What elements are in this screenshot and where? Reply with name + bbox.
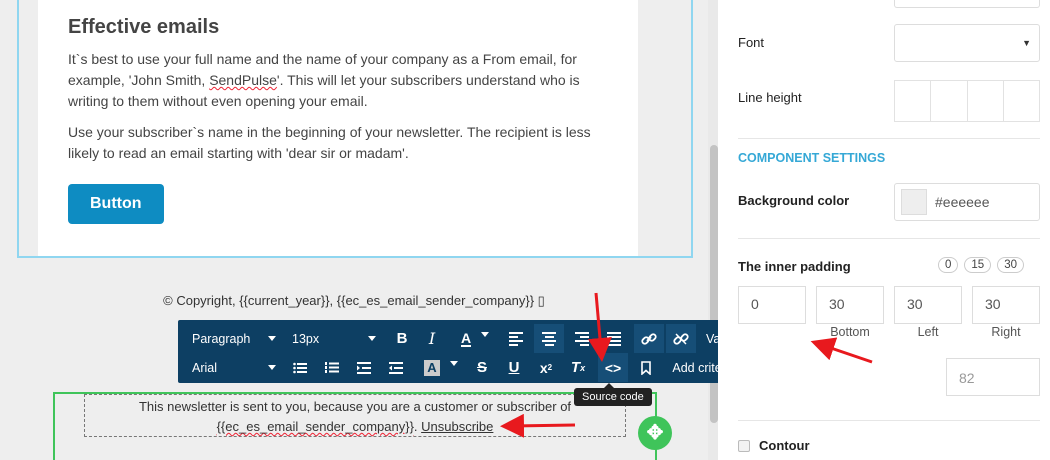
clear-format-icon[interactable]: Tx — [564, 353, 592, 382]
background-color-field[interactable]: #eeeeee — [894, 183, 1040, 221]
padding-right-input[interactable]: 30 — [972, 286, 1040, 324]
indent-icon[interactable] — [350, 353, 378, 382]
chevron-down-icon — [368, 336, 376, 341]
highlight-color-icon[interactable]: A — [418, 353, 464, 382]
align-left-icon[interactable] — [502, 324, 530, 353]
divider — [738, 138, 1040, 139]
width-input[interactable]: 82 — [946, 358, 1040, 396]
footer-line-2: {{ec_es_email_sender_company}}. Unsubscr… — [216, 419, 494, 434]
bookmark-icon[interactable] — [632, 353, 660, 382]
line-height-3-icon[interactable] — [968, 81, 1004, 121]
padding-left-input[interactable]: 30 — [894, 286, 962, 324]
line-height-4-icon[interactable] — [1004, 81, 1039, 121]
unsubscribe-link[interactable]: Unsubscribe — [421, 419, 493, 434]
unlink-icon[interactable] — [666, 324, 696, 353]
outdent-icon[interactable] — [382, 353, 410, 382]
padding-bottom-label: Bottom — [830, 325, 870, 339]
chevron-down-icon — [268, 336, 276, 341]
background-color-value: #eeeeee — [935, 194, 990, 210]
email-heading: Effective emails — [68, 16, 220, 38]
email-card[interactable]: Effective emails It`s best to use your f… — [38, 0, 638, 256]
padding-presets: 0 15 30 — [938, 257, 1024, 273]
component-settings-heading: COMPONENT SETTINGS — [738, 151, 886, 165]
footer-text-editor[interactable]: This newsletter is sent to you, because … — [84, 394, 626, 437]
footer-line-1: This newsletter is sent to you, because … — [138, 399, 572, 414]
text-color-icon[interactable]: A — [452, 324, 498, 353]
italic-icon[interactable]: I — [418, 324, 446, 353]
font-size-dropdown[interactable]: 13px — [282, 324, 382, 353]
font-select[interactable]: ▼ — [894, 24, 1040, 62]
font-family-dropdown[interactable]: Arial — [182, 353, 282, 382]
chevron-down-icon: ▼ — [1022, 38, 1031, 48]
link-icon[interactable] — [634, 324, 664, 353]
source-code-icon[interactable]: <> — [598, 353, 628, 382]
align-center-icon[interactable] — [534, 324, 564, 353]
line-height-label: Line height — [738, 90, 802, 105]
line-height-1-icon[interactable] — [895, 81, 932, 121]
padding-left-label: Left — [917, 325, 939, 339]
source-code-tooltip: Source code — [574, 383, 652, 406]
font-label: Font — [738, 35, 765, 50]
divider — [738, 420, 1040, 421]
padding-preset-0[interactable]: 0 — [938, 257, 959, 273]
padding-right-label: Right — [991, 325, 1021, 339]
chevron-down-icon — [268, 365, 276, 370]
padding-top-input[interactable]: 0 — [738, 286, 806, 324]
padding-preset-15[interactable]: 15 — [964, 257, 992, 273]
numbered-list-icon[interactable] — [318, 353, 346, 382]
copyright-text: © Copyright, {{current_year}}, {{ec_es_e… — [163, 293, 545, 308]
company-variable: {{ec_es_email_sender_company}} — [216, 419, 414, 434]
background-color-label: Background color — [738, 193, 850, 208]
padding-preset-30[interactable]: 30 — [997, 257, 1024, 273]
line-height-options — [894, 80, 1040, 122]
contour-label: Contour — [759, 438, 810, 453]
bullet-list-icon[interactable] — [286, 353, 314, 382]
align-justify-icon[interactable] — [600, 324, 628, 353]
bold-icon[interactable]: B — [388, 324, 416, 353]
superscript-icon[interactable]: x2 — [532, 353, 560, 382]
align-right-icon[interactable] — [568, 324, 596, 353]
inner-padding-label: The inner padding — [738, 259, 851, 274]
email-paragraph-1: It`s best to use your full name and the … — [68, 51, 580, 109]
email-button[interactable]: Button — [68, 184, 164, 224]
move-handle-icon[interactable]: ✥ — [638, 416, 672, 450]
settings-panel: Font ▼ Line height COMPONENT SETTINGS Ba… — [718, 0, 1050, 460]
underline-icon[interactable]: U — [500, 353, 528, 382]
divider — [738, 238, 1040, 239]
contour-checkbox[interactable] — [738, 440, 750, 452]
email-paragraph-2: Use your subscriber`s name in the beginn… — [68, 124, 591, 161]
paragraph-dropdown[interactable]: Paragraph — [182, 324, 282, 353]
line-height-2-icon[interactable] — [931, 81, 968, 121]
color-swatch[interactable] — [901, 189, 927, 215]
top-partial-field[interactable] — [894, 0, 1040, 8]
strikethrough-icon[interactable]: S — [468, 353, 496, 382]
brand-name: SendPulse — [209, 72, 277, 88]
padding-bottom-input[interactable]: 30 — [816, 286, 884, 324]
